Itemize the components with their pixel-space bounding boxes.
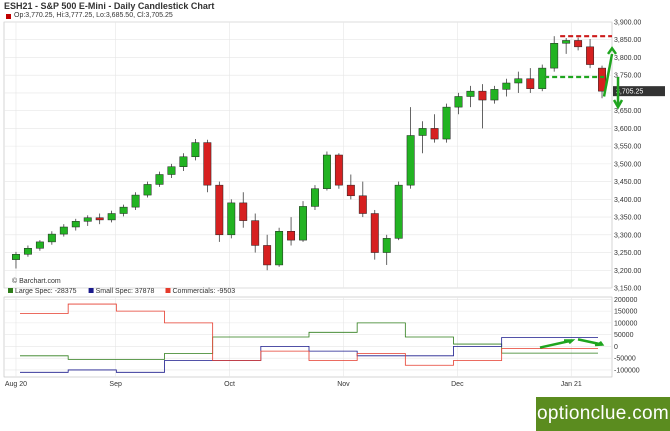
candle-body xyxy=(394,184,403,239)
legend-entry: Small Spec: 37878 xyxy=(96,288,155,295)
candle-body xyxy=(430,128,439,140)
candle-body xyxy=(322,154,331,189)
candle-body xyxy=(23,248,32,255)
candle-body xyxy=(502,82,511,90)
x-tick-label: Aug 20 xyxy=(5,381,27,388)
price-tick-label: 3,900.00 xyxy=(614,20,641,27)
price-tick-label: 3,500.00 xyxy=(614,161,641,168)
cot-tick-label: 150000 xyxy=(614,309,637,316)
candle-body xyxy=(215,184,224,236)
candle-body xyxy=(490,89,499,101)
candle-body xyxy=(334,154,343,186)
candle-body xyxy=(12,254,20,260)
candle-body xyxy=(179,156,188,167)
candle-body xyxy=(311,188,319,207)
x-tick-label: Nov xyxy=(337,381,350,388)
cot-tick-label: 0 xyxy=(614,344,618,351)
source-label: © Barchart.com xyxy=(12,277,61,285)
candle-body xyxy=(538,67,547,89)
candle-body xyxy=(346,184,355,197)
price-tick-label: 3,600.00 xyxy=(614,126,641,133)
x-tick-label: Dec xyxy=(451,381,464,388)
price-tick-label: 3,300.00 xyxy=(614,232,641,239)
chart-canvas: 3,150.00 3,200.00 3,250.00 3,300.00 3,350.00… xyxy=(3,20,665,388)
candle-body xyxy=(562,40,571,44)
cot-tick-label: -50000 xyxy=(614,356,636,363)
price-tick-label: 3,150.00 xyxy=(614,286,641,293)
candle-body xyxy=(107,213,116,221)
candle-body xyxy=(191,142,200,158)
price-tick-label: 3,200.00 xyxy=(614,268,641,275)
candle-body xyxy=(382,238,391,253)
price-tick-label: 3,350.00 xyxy=(614,215,641,222)
candle-body xyxy=(550,43,559,69)
candle-body xyxy=(239,202,248,221)
candle-body xyxy=(155,174,164,185)
legend-swatch xyxy=(8,288,13,293)
candle-body xyxy=(131,194,140,208)
legend-swatch xyxy=(165,288,171,293)
x-tick-label: Sep xyxy=(109,381,122,388)
x-tick-label: Jan 21 xyxy=(561,381,582,388)
candle-body xyxy=(203,142,212,186)
cot-tick-label: -100000 xyxy=(614,367,640,374)
candle-body xyxy=(442,106,451,140)
candle-body xyxy=(47,233,56,243)
candle-body xyxy=(227,202,236,236)
candle-body xyxy=(287,231,296,241)
candle-body xyxy=(83,217,92,222)
candle-body xyxy=(59,226,68,235)
candle-body xyxy=(574,40,583,48)
candle-body xyxy=(263,245,272,266)
candle-body xyxy=(358,195,367,214)
candle-body xyxy=(95,217,104,221)
candle-body xyxy=(418,128,427,136)
candle-body xyxy=(143,184,152,196)
price-tick-label: 3,400.00 xyxy=(614,197,641,204)
candle-body xyxy=(35,241,44,249)
price-tick-label: 3,450.00 xyxy=(614,179,641,186)
candle-body xyxy=(478,90,487,101)
price-tick-label: 3,550.00 xyxy=(614,144,641,151)
candle-body xyxy=(71,221,80,228)
cot-tick-label: 200000 xyxy=(614,297,637,304)
legend-entry: Large Spec: -28375 xyxy=(15,288,77,295)
candle-body xyxy=(514,78,523,84)
price-tick-label: 3,250.00 xyxy=(614,250,641,257)
legend-swatch xyxy=(88,288,94,293)
last-price-label: 3,705.25 xyxy=(616,89,643,96)
cot-tick-label: 100000 xyxy=(614,320,637,327)
candle-body xyxy=(406,135,415,186)
price-tick-label: 3,800.00 xyxy=(614,55,641,62)
cot-tick-label: 50000 xyxy=(614,332,634,339)
candle-body xyxy=(454,96,463,108)
candle-body xyxy=(167,166,176,175)
candle-body xyxy=(299,206,307,241)
price-tick-label: 3,850.00 xyxy=(614,37,641,44)
candle-body xyxy=(370,213,379,253)
candle-body xyxy=(586,46,595,65)
price-panel-frame xyxy=(3,21,613,289)
candle-body xyxy=(526,78,535,89)
legend-entry: Commercials: -9503 xyxy=(173,288,236,295)
candle-body xyxy=(119,206,128,214)
candle-body xyxy=(466,90,475,97)
candle-body xyxy=(251,220,260,246)
x-tick-label: Oct xyxy=(224,381,235,388)
watermark: optionclue.com xyxy=(536,397,670,431)
candle-body xyxy=(275,231,284,266)
